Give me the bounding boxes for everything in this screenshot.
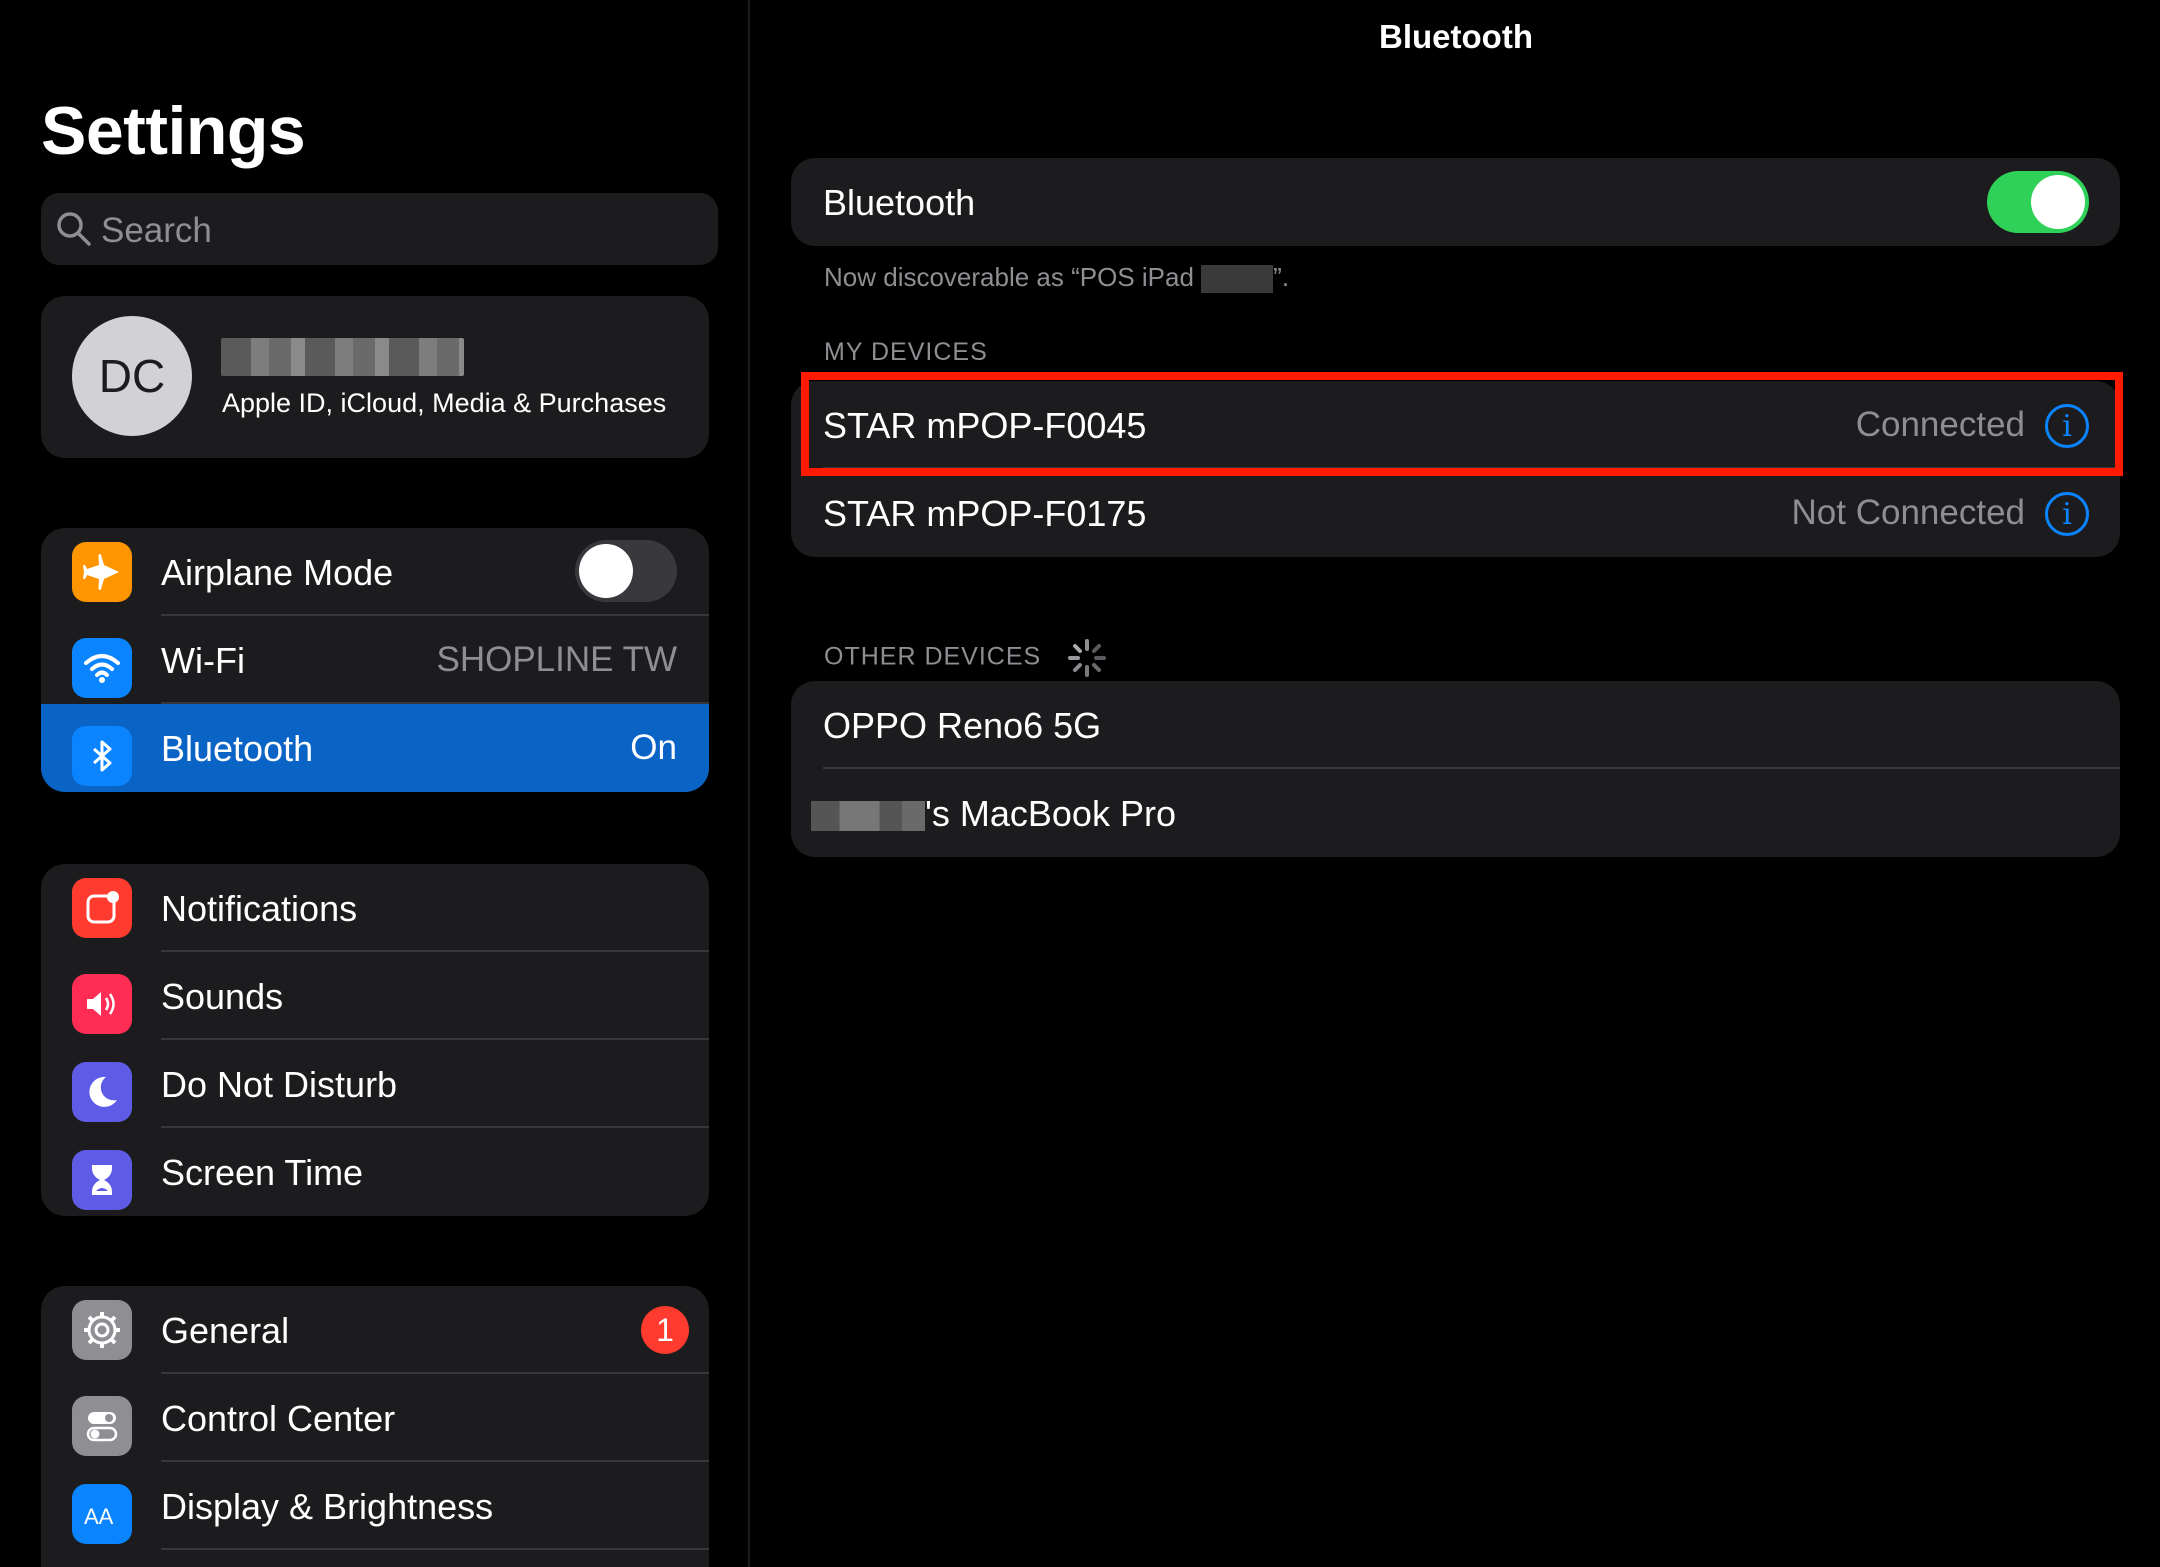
discoverable-note: Now discoverable as “POS iPad ”. — [824, 262, 1290, 294]
loading-spinner-icon — [1068, 639, 1107, 677]
bluetooth-toggle-card: Bluetooth — [791, 158, 2120, 246]
my-devices-list: STAR mPOP-F0045 Connected i STAR mPOP-F0… — [791, 381, 2120, 557]
bluetooth-label: Bluetooth — [161, 728, 314, 769]
discoverable-prefix: Now discoverable as “POS iPad — [824, 262, 1202, 292]
toggle-knob — [2031, 175, 2085, 229]
toggles-icon — [72, 1396, 132, 1456]
sidebar-item-control-center[interactable]: Control Center — [41, 1374, 709, 1462]
search-icon — [57, 212, 91, 246]
sidebar-title: Settings — [41, 93, 306, 169]
bluetooth-detail-pane: Bluetooth Bluetooth Now discoverable as … — [752, 0, 2160, 1567]
apple-id-profile-card[interactable]: DC Apple ID, iCloud, Media & Purchases — [41, 296, 709, 458]
device-row[interactable]: STAR mPOP-F0175 Not Connected i — [791, 469, 2120, 557]
settings-sidebar: Settings Search DC Apple ID, iCloud, Med… — [0, 0, 750, 1567]
search-field[interactable]: Search — [41, 193, 718, 265]
wifi-label: Wi-Fi — [161, 640, 245, 681]
sidebar-item-bluetooth[interactable]: Bluetooth On — [41, 704, 709, 792]
info-icon[interactable]: i — [2045, 492, 2089, 536]
search-placeholder: Search — [101, 211, 212, 250]
sidebar-item-wifi[interactable]: Wi-Fi SHOPLINE TW — [41, 616, 709, 704]
airplane-mode-toggle[interactable] — [575, 540, 677, 602]
general-label: General — [161, 1310, 290, 1351]
device-name: STAR mPOP-F0045 — [823, 405, 1147, 446]
device-name: OPPO Reno6 5G — [823, 705, 1102, 746]
bluetooth-toggle-row: Bluetooth — [791, 158, 2120, 246]
airplane-mode-label: Airplane Mode — [161, 552, 394, 593]
svg-text:AA: AA — [84, 1504, 114, 1529]
sidebar-item-sounds[interactable]: Sounds — [41, 952, 709, 1040]
general-group: General 1 Control Center AA Display & Br… — [41, 1286, 709, 1567]
sidebar-item-display-brightness[interactable]: AA Display & Brightness — [41, 1462, 709, 1550]
device-name-row: 's MacBook Pro — [811, 793, 1176, 835]
device-row[interactable]: OPPO Reno6 5G — [791, 681, 2120, 769]
device-name: STAR mPOP-F0175 — [823, 493, 1147, 534]
screen-time-label: Screen Time — [161, 1152, 364, 1193]
sidebar-item-partial[interactable] — [41, 1550, 709, 1567]
control-center-label: Control Center — [161, 1398, 396, 1439]
bluetooth-icon — [72, 726, 132, 786]
my-devices-header: MY DEVICES — [824, 338, 988, 366]
text-size-icon: AA — [72, 1484, 132, 1544]
discoverable-suffix: ”. — [1273, 262, 1290, 292]
sidebar-item-general[interactable]: General 1 — [41, 1286, 709, 1374]
airplane-icon — [72, 542, 132, 602]
info-icon[interactable]: i — [2045, 404, 2089, 448]
update-badge: 1 — [641, 1306, 689, 1354]
sidebar-item-airplane-mode[interactable]: Airplane Mode — [41, 528, 709, 616]
other-devices-label: OTHER DEVICES — [824, 642, 1042, 671]
sounds-icon — [72, 974, 132, 1034]
bluetooth-status: On — [630, 728, 677, 767]
wifi-icon — [72, 638, 132, 698]
display-brightness-label: Display & Brightness — [161, 1486, 494, 1527]
other-devices-list: OPPO Reno6 5G 's MacBook Pro — [791, 681, 2120, 857]
device-row[interactable]: 's MacBook Pro — [791, 769, 2120, 857]
wifi-network-name: SHOPLINE TW — [436, 640, 677, 679]
hourglass-icon — [72, 1150, 132, 1210]
device-name: 's MacBook Pro — [925, 793, 1176, 834]
device-status: Not Connected — [1791, 493, 2025, 532]
notifications-icon — [72, 878, 132, 938]
profile-name-redacted — [221, 338, 464, 376]
sidebar-item-notifications[interactable]: Notifications — [41, 864, 709, 952]
sidebar-item-do-not-disturb[interactable]: Do Not Disturb — [41, 1040, 709, 1128]
bluetooth-toggle-label: Bluetooth — [823, 182, 976, 223]
bluetooth-toggle[interactable] — [1987, 171, 2089, 233]
other-devices-header: OTHER DEVICES — [824, 638, 1107, 678]
nav-title: Bluetooth — [1379, 18, 1533, 55]
owner-name-redacted — [811, 801, 925, 832]
device-status: Connected — [1855, 405, 2025, 444]
notifications-group: Notifications Sounds Do Not Disturb Scre… — [41, 864, 709, 1216]
toggle-knob — [579, 544, 633, 598]
sounds-label: Sounds — [161, 976, 284, 1017]
do-not-disturb-label: Do Not Disturb — [161, 1064, 398, 1105]
moon-icon — [72, 1062, 132, 1122]
profile-subtitle: Apple ID, iCloud, Media & Purchases — [222, 388, 667, 418]
device-name-redacted — [1201, 265, 1274, 294]
device-row[interactable]: STAR mPOP-F0045 Connected i — [791, 381, 2120, 469]
gear-icon — [72, 1300, 132, 1360]
avatar: DC — [72, 316, 192, 436]
connectivity-group: Airplane Mode Wi-Fi SHOPLINE TW Bluetoot… — [41, 528, 709, 792]
sidebar-item-screen-time[interactable]: Screen Time — [41, 1128, 709, 1216]
notifications-label: Notifications — [161, 888, 358, 929]
